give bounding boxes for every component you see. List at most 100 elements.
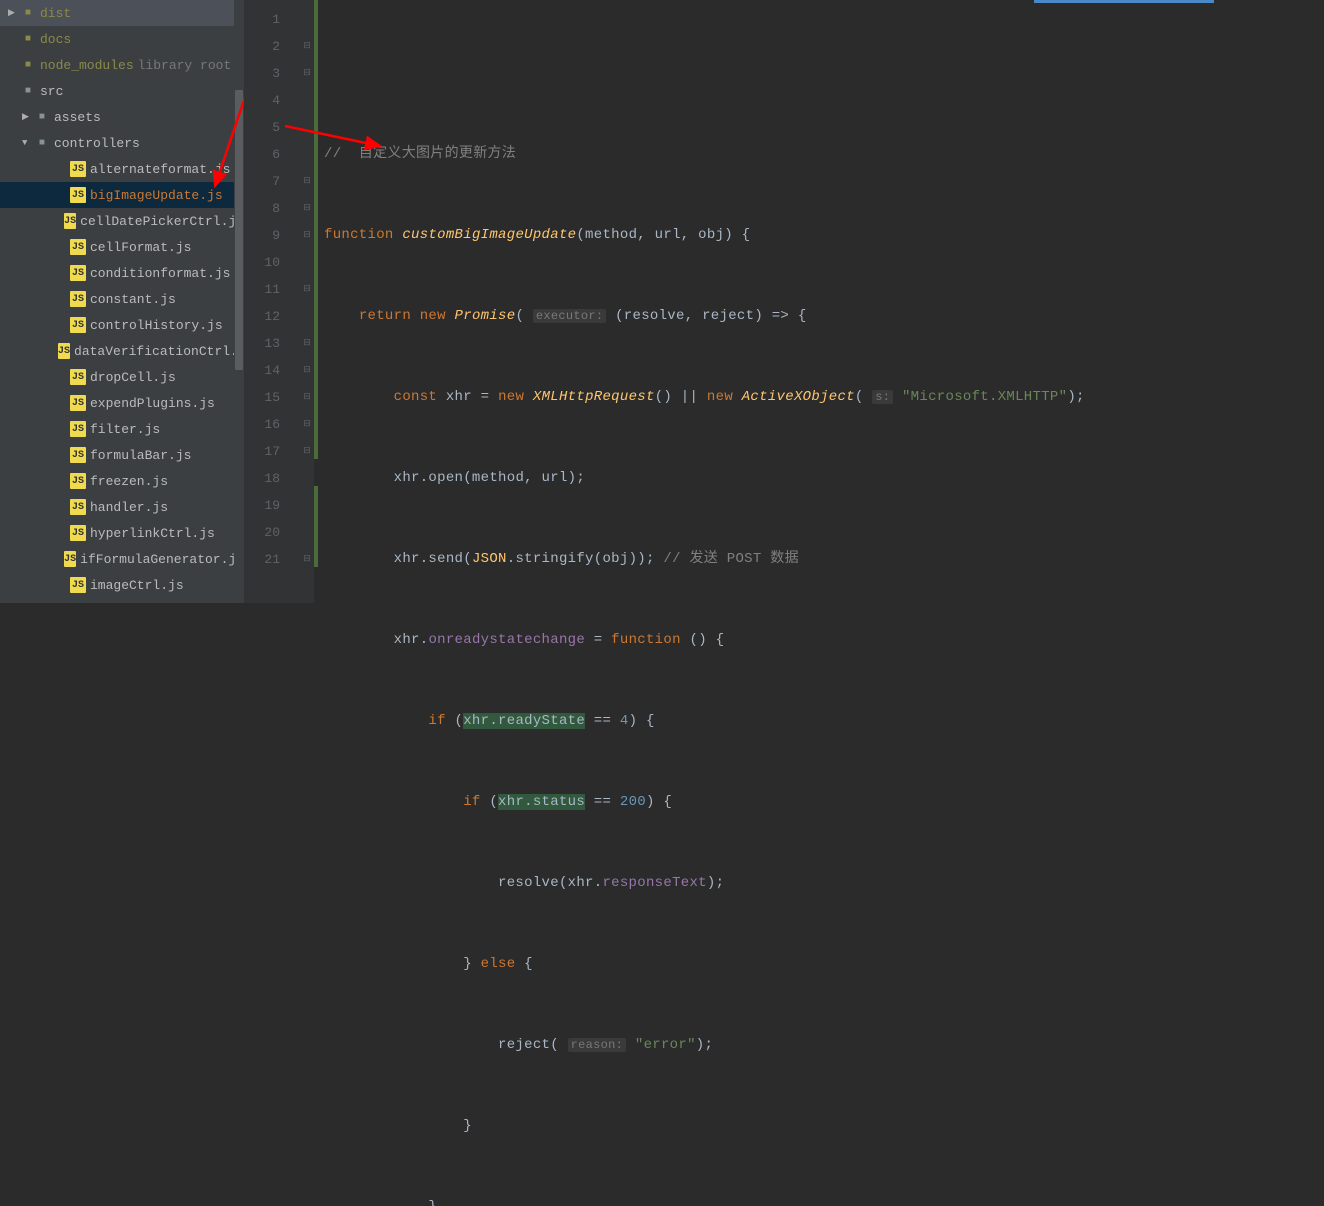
js-file-icon: JS <box>70 239 86 255</box>
code-text: responseText <box>602 875 706 891</box>
tree-item-dropCell-js[interactable]: JSdropCell.js <box>0 364 244 390</box>
chevron-icon[interactable]: ▼ <box>22 138 34 148</box>
js-file-icon: JS <box>70 161 86 177</box>
line-number: 14 <box>245 357 300 384</box>
sidebar-scrollbar-thumb[interactable] <box>235 90 243 370</box>
tree-item-node_modules[interactable]: ■node_moduleslibrary root <box>0 52 244 78</box>
fold-toggle[interactable]: ⊟ <box>300 222 314 249</box>
fold-toggle[interactable] <box>300 6 314 33</box>
param-hint: reason: <box>568 1038 627 1052</box>
code-area[interactable]: // 自定义大图片的更新方法 function customBigImageUp… <box>314 0 1324 603</box>
fold-toggle[interactable]: ⊟ <box>300 384 314 411</box>
tree-item-label: node_modules <box>40 58 134 73</box>
chevron-icon[interactable]: ▶ <box>8 8 20 18</box>
tree-item-bigImageUpdate-js[interactable]: JS bigImageUpdate.js <box>0 182 244 208</box>
fold-toggle[interactable] <box>300 303 314 330</box>
tree-item-label: bigImageUpdate.js <box>90 188 223 203</box>
fold-toggle[interactable] <box>300 492 314 519</box>
tree-item-dist[interactable]: ▶■dist <box>0 0 244 26</box>
code-editor[interactable]: 123456789101112131415161718192021 ⊟⊟⊟⊟⊟⊟… <box>245 0 1324 603</box>
tree-item-filter-js[interactable]: JSfilter.js <box>0 416 244 442</box>
js-file-icon: JS <box>64 551 76 567</box>
code-text: const <box>394 389 438 405</box>
file-tree-sidebar[interactable]: ▶■dist■docs■node_moduleslibrary root■src… <box>0 0 245 603</box>
fold-gutter[interactable]: ⊟⊟⊟⊟⊟⊟⊟⊟⊟⊟⊟⊟ <box>300 0 314 603</box>
tree-item-label: dataVerificationCtrl.js <box>74 344 245 359</box>
line-number: 3 <box>245 60 300 87</box>
tree-item-handler-js[interactable]: JS handler.js <box>0 494 244 520</box>
fold-toggle[interactable] <box>300 249 314 276</box>
fold-toggle[interactable]: ⊟ <box>300 330 314 357</box>
vcs-change-bar <box>314 486 318 567</box>
tree-item-controllers[interactable]: ▼■controllers <box>0 130 244 156</box>
fold-toggle[interactable]: ⊟ <box>300 546 314 573</box>
js-file-icon: JS <box>70 369 86 385</box>
tree-item-docs[interactable]: ■docs <box>0 26 244 52</box>
tree-item-label: hyperlinkCtrl.js <box>90 526 215 541</box>
code-text: xhr.status <box>498 794 585 810</box>
line-number: 8 <box>245 195 300 222</box>
tree-item-label: expendPlugins.js <box>90 396 215 411</box>
code-text: } <box>463 956 480 972</box>
tree-item-conditionformat-js[interactable]: JSconditionformat.js <box>0 260 244 286</box>
tree-item-alternateformat-js[interactable]: JSalternateformat.js <box>0 156 244 182</box>
fold-toggle[interactable]: ⊟ <box>300 60 314 87</box>
tree-item-inlineString-js[interactable]: JSinlineString.js <box>0 598 244 603</box>
fold-toggle[interactable]: ⊟ <box>300 357 314 384</box>
tree-item-label: cellFormat.js <box>90 240 191 255</box>
tree-item-label: handler.js <box>90 500 168 515</box>
code-text: "error" <box>635 1037 696 1053</box>
tree-item-dataVerificationCtrl-js[interactable]: JSdataVerificationCtrl.js <box>0 338 244 364</box>
fold-toggle[interactable]: ⊟ <box>300 168 314 195</box>
folder-icon: ■ <box>20 57 36 73</box>
code-text: () { <box>681 632 725 648</box>
tree-item-src[interactable]: ■src <box>0 78 244 104</box>
tree-item-expendPlugins-js[interactable]: JSexpendPlugins.js <box>0 390 244 416</box>
line-number: 2 <box>245 33 300 60</box>
tree-item-label: assets <box>54 110 101 125</box>
fold-toggle[interactable] <box>300 519 314 546</box>
fold-toggle[interactable] <box>300 141 314 168</box>
folder-icon: ■ <box>34 109 50 125</box>
code-text: else <box>481 956 516 972</box>
tree-item-hyperlinkCtrl-js[interactable]: JShyperlinkCtrl.js <box>0 520 244 546</box>
fold-toggle[interactable]: ⊟ <box>300 33 314 60</box>
vcs-change-bar <box>314 0 318 459</box>
code-text: == <box>585 794 620 810</box>
js-file-icon: JS <box>70 187 86 203</box>
fold-toggle[interactable]: ⊟ <box>300 438 314 465</box>
line-number: 21 <box>245 546 300 573</box>
tree-item-constant-js[interactable]: JSconstant.js <box>0 286 244 312</box>
tree-item-formulaBar-js[interactable]: JSformulaBar.js <box>0 442 244 468</box>
line-number: 13 <box>245 330 300 357</box>
tree-item-imageCtrl-js[interactable]: JSimageCtrl.js <box>0 572 244 598</box>
sidebar-scrollbar[interactable] <box>234 0 244 603</box>
code-text: new <box>498 389 524 405</box>
tree-item-controlHistory-js[interactable]: JScontrolHistory.js <box>0 312 244 338</box>
chevron-icon[interactable]: ▶ <box>22 112 34 122</box>
js-file-icon: JS <box>70 291 86 307</box>
line-number: 19 <box>245 492 300 519</box>
tree-item-ifFormulaGenerator-js[interactable]: JSifFormulaGenerator.js <box>0 546 244 572</box>
fold-toggle[interactable]: ⊟ <box>300 411 314 438</box>
fold-toggle[interactable]: ⊟ <box>300 276 314 303</box>
tree-item-label: dist <box>40 6 71 21</box>
code-text: XMLHttpRequest <box>533 389 655 405</box>
code-text: 4 <box>620 713 629 729</box>
code-text: customBigImageUpdate <box>402 227 576 243</box>
fold-toggle[interactable] <box>300 87 314 114</box>
code-text: xhr.readyState <box>463 713 585 729</box>
code-text: xhr.open(method, url); <box>394 470 585 486</box>
tree-item-cellFormat-js[interactable]: JS cellFormat.js <box>0 234 244 260</box>
tree-item-freezen-js[interactable]: JSfreezen.js <box>0 468 244 494</box>
code-text: JSON <box>472 551 507 567</box>
tree-item-cellDatePickerCtrl-js[interactable]: JScellDatePickerCtrl.js <box>0 208 244 234</box>
fold-toggle[interactable] <box>300 465 314 492</box>
tree-item-assets[interactable]: ▶■ assets <box>0 104 244 130</box>
code-text: function <box>611 632 681 648</box>
fold-toggle[interactable] <box>300 114 314 141</box>
js-file-icon: JS <box>70 499 86 515</box>
code-text: } <box>463 1118 472 1134</box>
fold-toggle[interactable]: ⊟ <box>300 195 314 222</box>
tree-item-label: formulaBar.js <box>90 448 191 463</box>
